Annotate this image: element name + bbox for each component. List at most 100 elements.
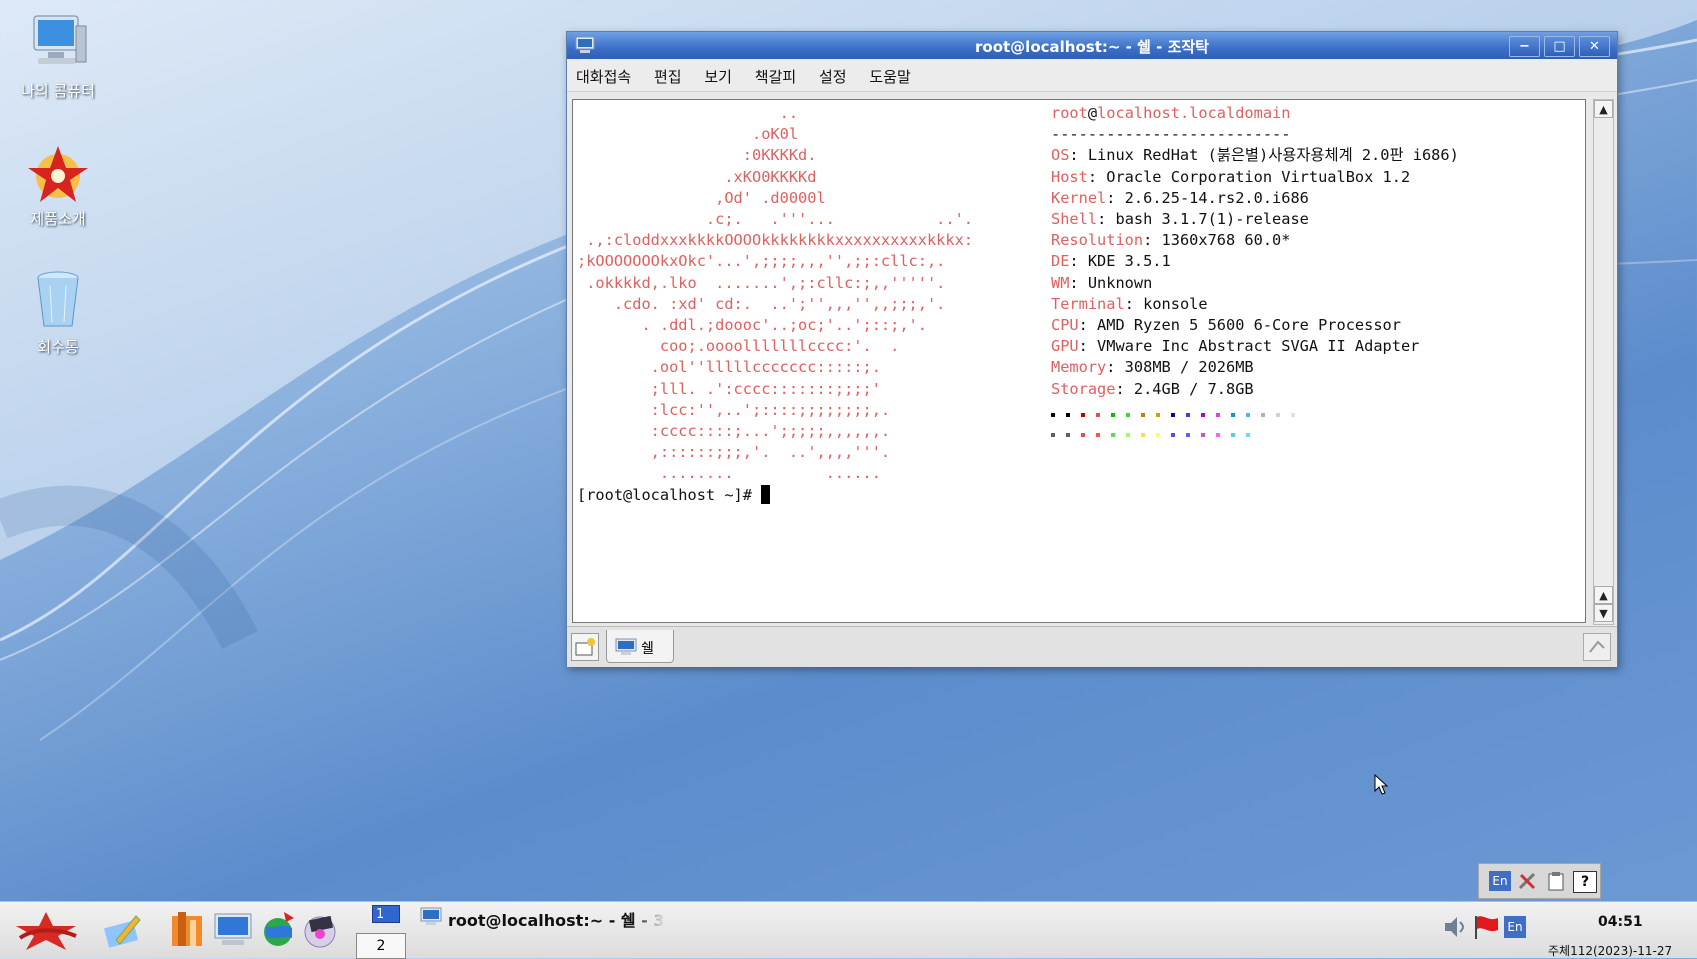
ascii-logo-line: ;kOOOOOOOkxOkc'...',;;;;,,,'',;;:cllc:,. (577, 252, 946, 271)
launcher-office[interactable] (168, 910, 208, 950)
palette-swatch (1201, 433, 1205, 437)
palette-swatch (1246, 433, 1250, 437)
star-gear-icon (26, 140, 90, 204)
launcher-media[interactable] (300, 910, 342, 950)
desktop-icon-product-intro[interactable]: 제품소개 (3, 140, 113, 229)
clipboard-icon[interactable] (1545, 871, 1567, 891)
info-header: root@localhost.localdomain (1051, 103, 1459, 124)
palette-swatch (1051, 433, 1055, 437)
ascii-logo-line: .xKO0KKKKd (577, 167, 817, 186)
konsole-window[interactable]: root@localhost:~ - 쉘 - 조작탁 − □ ✕ 대화접속 편집… (566, 31, 1618, 667)
info-line: Host: Oracle Corporation VirtualBox 1.2 (1051, 167, 1459, 188)
palette-swatch (1186, 413, 1190, 417)
desktop-icon-my-computer[interactable]: 나의 콤퓨터 (3, 12, 113, 101)
new-tab-icon (575, 638, 595, 656)
info-separator: -------------------------- (1051, 125, 1291, 144)
palette-swatch (1081, 413, 1085, 417)
globe-icon (264, 912, 294, 946)
minimize-button[interactable]: − (1509, 36, 1540, 57)
session-tabbar: 쉘 (567, 626, 1617, 667)
desktop-icon-label: 회수통 (37, 338, 79, 356)
ascii-logo-line: :0KKKKd. (577, 146, 817, 165)
help-icon[interactable]: ? (1573, 871, 1597, 893)
info-line: CPU: AMD Ryzen 5 5600 6-Core Processor (1051, 315, 1459, 336)
input-lang-button[interactable]: En (1489, 871, 1511, 891)
menu-session[interactable]: 대화접속 (567, 59, 640, 87)
media-player-icon (304, 915, 336, 948)
color-palette-row-1 (1051, 402, 1306, 417)
ascii-logo-line: :lcc:'',..';::::;;;;;;;;,. (577, 400, 891, 419)
menubar: 대화접속 편집 보기 책갈피 설정 도움말 (567, 59, 1617, 92)
input-lang-tray-label: En (1507, 920, 1523, 934)
shell-prompt[interactable]: [root@localhost ~]# (577, 485, 771, 506)
launcher-browser[interactable] (260, 910, 300, 950)
taskbar-window-button[interactable]: root@localhost:~ - 쉘 - 3 (420, 904, 670, 930)
ascii-logo-line: ,::::::;;;,'. ..',,,,'''. (577, 443, 891, 462)
info-key: Storage (1051, 379, 1116, 398)
start-menu-button[interactable] (10, 908, 82, 952)
desktop-2-button[interactable]: 2 (356, 933, 406, 959)
menu-settings[interactable]: 설정 (810, 59, 856, 87)
launcher-editor[interactable] (102, 910, 144, 950)
ascii-logo-line: .,:cloddxxxkkkkOOOOkkkkkkkkxxxxxxxxxxkkk… (577, 231, 974, 250)
scroll-up-arrow-icon[interactable]: ▲ (1594, 586, 1613, 604)
palette-swatch (1126, 413, 1130, 417)
ascii-logo-line: ........ ...... (577, 464, 881, 483)
info-key: Terminal (1051, 294, 1125, 313)
info-line: Memory: 308MB / 2026MB (1051, 357, 1459, 378)
info-at: @ (1087, 104, 1098, 122)
text-cursor (761, 485, 771, 504)
clock-date[interactable]: 주체112(2023)-11-27 (1548, 942, 1672, 959)
palette-swatch (1171, 433, 1175, 437)
tab-shell[interactable]: 쉘 (606, 630, 674, 663)
scroll-down-arrow-icon[interactable]: ▼ (1594, 604, 1613, 622)
palette-swatch (1081, 433, 1085, 437)
close-button[interactable]: ✕ (1579, 36, 1610, 57)
scroll-up-arrow-icon[interactable]: ▲ (1594, 100, 1613, 118)
info-key: CPU (1051, 316, 1079, 335)
info-key: Memory (1051, 358, 1107, 377)
terminal-output[interactable]: .. .oK0l :0KKKKd. .xKO0KKKKd ,Od' .d0000… (572, 99, 1586, 623)
info-value: : Oracle Corporation VirtualBox 1.2 (1087, 167, 1411, 186)
palette-swatch (1276, 413, 1280, 417)
info-value: : konsole (1124, 294, 1208, 313)
input-lang-label: En (1492, 874, 1508, 888)
palette-swatch (1291, 413, 1295, 417)
desktop-1-button[interactable]: 1 (372, 905, 400, 923)
palette-swatch (1186, 433, 1190, 437)
palette-swatch (1201, 413, 1205, 417)
color-palette-row-2 (1051, 422, 1261, 437)
menu-view[interactable]: 보기 (695, 59, 741, 87)
info-key: OS (1051, 146, 1070, 165)
vertical-scrollbar[interactable]: ▲ ▲ ▼ (1593, 99, 1614, 625)
flag-icon[interactable] (1472, 914, 1500, 940)
info-value: : VMware Inc Abstract SVGA II Adapter (1078, 337, 1420, 356)
menu-help[interactable]: 도움말 (860, 59, 919, 87)
office-suite-icon (172, 912, 202, 946)
palette-swatch (1096, 433, 1100, 437)
ascii-logo-line: . .ddl.;doooc'..;oc;'..';::;,'. (577, 316, 927, 335)
close-session-button[interactable] (1583, 633, 1611, 661)
volume-icon[interactable] (1442, 914, 1466, 940)
system-info: root@localhost.localdomain -------------… (1051, 103, 1459, 400)
info-key: WM (1051, 273, 1070, 292)
computer-icon (26, 12, 90, 76)
maximize-button[interactable]: □ (1544, 36, 1575, 57)
palette-swatch (1156, 433, 1160, 437)
terminal-tab-icon (615, 638, 637, 655)
clock-time[interactable]: 04:51 (1598, 914, 1643, 930)
menu-bookmarks[interactable]: 책갈피 (746, 59, 805, 87)
input-lang-tray-button[interactable]: En (1504, 916, 1526, 938)
info-line: OS: Linux RedHat (붉은별)사용자용체계 2.0판 i686) (1051, 145, 1459, 166)
desktop-icon-trash[interactable]: 회수통 (3, 268, 113, 357)
settings-tools-icon[interactable] (1517, 871, 1539, 891)
info-user: root (1051, 104, 1088, 122)
menu-edit[interactable]: 편집 (645, 59, 691, 87)
prompt-text: [root@localhost ~]# (577, 486, 762, 504)
palette-swatch (1246, 413, 1250, 417)
desktop-pager: 1 2 (356, 903, 406, 959)
launcher-my-computer[interactable] (212, 910, 254, 950)
window-titlebar[interactable]: root@localhost:~ - 쉘 - 조작탁 − □ ✕ (567, 32, 1617, 59)
palette-swatch (1261, 413, 1265, 417)
new-session-button[interactable] (571, 633, 599, 661)
